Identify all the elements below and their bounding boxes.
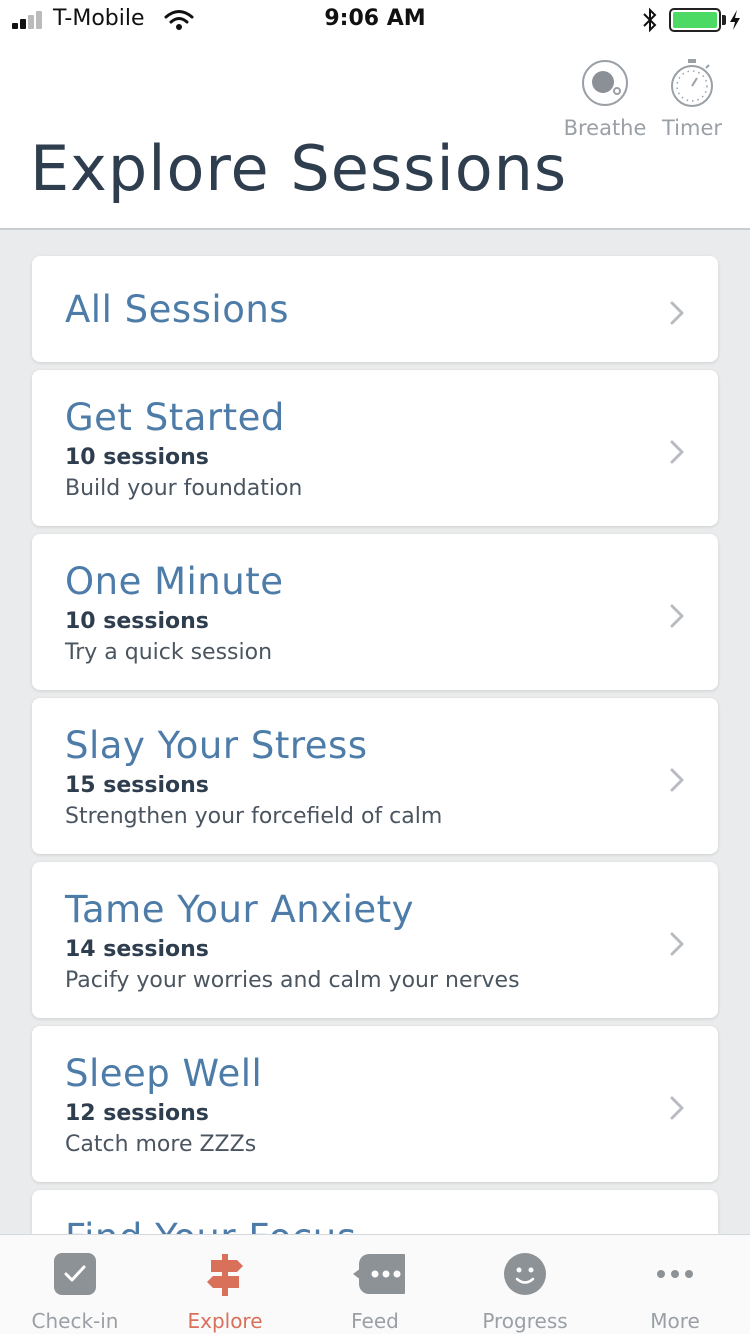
carrier-name: T-Mobile xyxy=(53,6,145,31)
session-title: Sleep Well xyxy=(65,1052,263,1095)
session-description: Try a quick session xyxy=(65,640,273,665)
tab-label: Feed xyxy=(351,1309,399,1333)
chevron-right-icon xyxy=(668,438,686,466)
chevron-right-icon xyxy=(668,930,686,958)
timer-button[interactable]: Timer xyxy=(647,58,737,140)
session-card-tame-your-anxiety[interactable]: Tame Your Anxiety 14 sessions Pacify you… xyxy=(32,862,718,1018)
status-bar: T-Mobile 9:06 AM xyxy=(0,0,750,40)
chevron-right-icon xyxy=(668,1094,686,1122)
session-count: 14 sessions xyxy=(65,937,209,962)
charging-icon xyxy=(730,10,740,30)
timer-label: Timer xyxy=(661,116,723,140)
tab-explore[interactable]: Explore xyxy=(150,1235,300,1334)
chevron-right-icon xyxy=(668,602,686,630)
session-card-find-your-focus[interactable]: Find Your Focus xyxy=(32,1190,718,1234)
session-title: All Sessions xyxy=(65,288,290,331)
stopwatch-icon xyxy=(671,59,713,107)
tab-feed[interactable]: Feed xyxy=(300,1235,450,1334)
tab-progress[interactable]: Progress xyxy=(450,1235,600,1334)
tab-more[interactable]: More xyxy=(600,1235,750,1334)
checkmark-icon xyxy=(54,1253,96,1295)
session-count: 12 sessions xyxy=(65,1101,209,1126)
bluetooth-icon xyxy=(643,7,657,33)
chat-bubble-icon xyxy=(353,1254,405,1294)
chevron-right-icon xyxy=(668,299,686,327)
signpost-icon xyxy=(207,1254,243,1296)
session-title: Slay Your Stress xyxy=(65,724,368,767)
more-dots-icon xyxy=(657,1270,693,1278)
session-title: Get Started xyxy=(65,396,285,439)
tab-bar: Check-in Explore Feed Progress More xyxy=(0,1234,750,1334)
breathe-icon xyxy=(582,60,628,106)
tab-label: Progress xyxy=(482,1309,568,1333)
wifi-icon xyxy=(164,10,194,30)
page-title: Explore Sessions xyxy=(30,132,568,205)
session-title: One Minute xyxy=(65,560,284,603)
header: Breathe Timer Explore Sessions xyxy=(0,40,750,230)
tab-check-in[interactable]: Check-in xyxy=(0,1235,150,1334)
session-title: Find Your Focus xyxy=(65,1216,357,1234)
session-description: Catch more ZZZs xyxy=(65,1132,257,1157)
tab-label: Check-in xyxy=(31,1309,119,1333)
session-description: Build your foundation xyxy=(65,476,303,501)
session-count: 15 sessions xyxy=(65,773,209,798)
session-count: 10 sessions xyxy=(65,609,209,634)
tab-label: Explore xyxy=(187,1309,263,1333)
battery-tip xyxy=(722,15,726,25)
session-card-one-minute[interactable]: One Minute 10 sessions Try a quick sessi… xyxy=(32,534,718,690)
breathe-label: Breathe xyxy=(563,116,647,140)
session-title: Tame Your Anxiety xyxy=(65,888,415,931)
session-card-slay-your-stress[interactable]: Slay Your Stress 15 sessions Strengthen … xyxy=(32,698,718,854)
session-card-get-started[interactable]: Get Started 10 sessions Build your found… xyxy=(32,370,718,526)
session-count: 10 sessions xyxy=(65,445,209,470)
signal-icon xyxy=(12,11,46,29)
smiley-icon xyxy=(504,1253,546,1295)
session-card-sleep-well[interactable]: Sleep Well 12 sessions Catch more ZZZs xyxy=(32,1026,718,1182)
session-description: Strengthen your forcefield of calm xyxy=(65,804,443,829)
session-card-all-sessions[interactable]: All Sessions xyxy=(32,256,718,362)
chevron-right-icon xyxy=(668,766,686,794)
session-description: Pacify your worries and calm your nerves xyxy=(65,968,520,993)
tab-label: More xyxy=(650,1309,700,1333)
battery-icon xyxy=(669,8,721,32)
breathe-button[interactable]: Breathe xyxy=(560,58,650,140)
